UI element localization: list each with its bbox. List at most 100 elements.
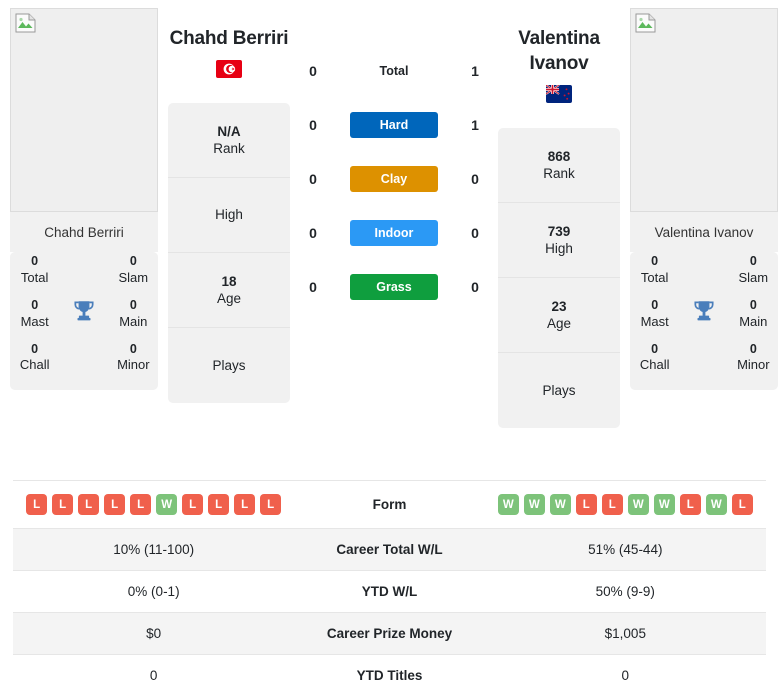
- h2h-left-value: 0: [309, 117, 317, 133]
- h2h-left-value: 0: [309, 171, 317, 187]
- h2h-row-clay: 0 Clay 0: [290, 166, 498, 192]
- left-player-photo: [10, 8, 158, 212]
- form-badge-w[interactable]: W: [549, 494, 571, 515]
- form-badge-l[interactable]: L: [104, 494, 126, 515]
- trophy-icon-glyph: [694, 301, 714, 321]
- right-player-ytd_titles: 0: [621, 668, 630, 683]
- right-player-media-column: Valentina Ivanov 0 Total 0 Slam 0 Mast 0…: [620, 0, 779, 390]
- h2h-right-value: 1: [471, 63, 479, 79]
- left-player-media-column: Chahd Berriri 0 Total 0 Slam 0 Mast 0 Ma…: [0, 0, 168, 390]
- form-badge-w[interactable]: W: [627, 494, 649, 515]
- form-badge-w[interactable]: W: [156, 494, 178, 515]
- right-player-career_prize_money: $1,005: [604, 626, 646, 641]
- form-badge-w[interactable]: W: [653, 494, 675, 515]
- right-player-flag-row: [498, 76, 620, 108]
- left-titles-minor: 0 Minor: [117, 341, 150, 373]
- table-row: 0 YTD Titles 0: [13, 654, 766, 697]
- form-badge-l[interactable]: L: [208, 494, 230, 515]
- form-badge-w[interactable]: W: [705, 494, 727, 515]
- right-titles-mast: 0 Mast: [640, 297, 669, 329]
- table-row: 10% (11-100) Career Total W/L 51% (45-44): [13, 528, 766, 571]
- left-high-cell: High: [168, 178, 290, 254]
- form-badge-l[interactable]: L: [260, 494, 282, 515]
- left-titles-chall: 0 Chall: [19, 341, 50, 373]
- left-player-info-card: N/A Rank High 18 Age Plays: [168, 103, 290, 404]
- tunisia-flag-icon: [216, 60, 242, 79]
- h2h-surface-label: Total: [379, 64, 409, 78]
- form-badge-l[interactable]: L: [78, 494, 100, 515]
- h2h-surface-label[interactable]: Indoor: [350, 220, 438, 246]
- right-player-titles-grid: 0 Total 0 Slam 0 Mast 0 Main 0 Chall 0 M…: [630, 252, 778, 390]
- h2h-row-total: 0 Total 1: [290, 58, 498, 84]
- form-strip: LLLLLWLLLL: [17, 494, 290, 515]
- h2h-surface-label[interactable]: Grass: [350, 274, 438, 300]
- h2h-left-value: 0: [309, 225, 317, 241]
- table-row: 0% (0-1) YTD W/L 50% (9-9): [13, 570, 766, 613]
- row-label: Career Total W/L: [336, 542, 443, 557]
- right-player-ytd_wl: 50% (9-9): [595, 584, 655, 599]
- row-label: Form: [372, 497, 407, 512]
- h2h-surface-label[interactable]: Clay: [350, 166, 438, 192]
- right-player-info-card: 868 Rank 739 High 23 Age Plays: [498, 128, 620, 429]
- table-row: L L L L L W L L L L Form W W W L L W W L W L: [13, 480, 766, 529]
- row-label: Career Prize Money: [326, 626, 453, 641]
- h2h-surface-label[interactable]: Hard: [350, 112, 438, 138]
- left-player-form: LLLLLWLLLL: [13, 481, 294, 529]
- h2h-row-indoor: 0 Indoor 0: [290, 220, 498, 246]
- left-titles-slam: 0 Slam: [118, 254, 149, 285]
- form-badge-l[interactable]: L: [731, 494, 753, 515]
- right-rank-cell: 868 Rank: [498, 128, 620, 204]
- left-plays-cell: Plays: [212, 357, 246, 373]
- h2h-row-grass: 0 Grass 0: [290, 274, 498, 300]
- left-player-career_prize_money: $0: [146, 626, 162, 641]
- right-age-cell: 23 Age: [498, 278, 620, 354]
- form-badge-l[interactable]: L: [130, 494, 152, 515]
- h2h-left-value: 0: [309, 279, 317, 295]
- row-label: YTD W/L: [361, 584, 418, 599]
- right-titles-slam: 0 Slam: [738, 254, 769, 285]
- left-player-name: Chahd Berriri: [169, 28, 289, 49]
- h2h-row-hard: 0 Hard 1: [290, 112, 498, 138]
- form-badge-l[interactable]: L: [234, 494, 256, 515]
- right-plays-cell: Plays: [542, 382, 576, 398]
- form-badge-l[interactable]: L: [182, 494, 204, 515]
- left-titles-mast: 0 Mast: [20, 297, 49, 329]
- left-player-photo-caption: Chahd Berriri: [10, 212, 158, 252]
- form-badge-w[interactable]: W: [523, 494, 545, 515]
- new-zealand-flag-icon: [545, 84, 572, 104]
- row-label: YTD Titles: [356, 668, 423, 683]
- broken-image-icon: [15, 13, 36, 33]
- left-player-ytd_wl: 0% (0-1): [127, 584, 180, 599]
- trophy-icon-glyph: [74, 301, 94, 321]
- player-comparison-region: Chahd Berriri 0 Total 0 Slam 0 Mast 0 Ma…: [0, 0, 779, 470]
- broken-image-icon: [635, 13, 656, 33]
- left-rank-cell: N/A Rank: [168, 103, 290, 179]
- left-age-cell: 18 Age: [168, 253, 290, 329]
- form-badge-l[interactable]: L: [26, 494, 48, 515]
- form-badge-w[interactable]: W: [497, 494, 519, 515]
- right-titles-minor: 0 Minor: [737, 341, 770, 373]
- left-player-ytd_titles: 0: [149, 668, 158, 683]
- left-player-info-column: Chahd Berriri N/A Rank High 18 Age Plays: [168, 0, 290, 404]
- right-player-career_total_wl: 51% (45-44): [588, 542, 663, 557]
- h2h-right-value: 1: [471, 117, 479, 133]
- h2h-right-value: 0: [471, 225, 479, 241]
- right-player-photo-caption: Valentina Ivanov: [630, 212, 778, 252]
- h2h-right-value: 0: [471, 279, 479, 295]
- form-badge-l[interactable]: L: [52, 494, 74, 515]
- head-to-head-surfaces: 0 Total 1 0 Hard 1 0 Clay 0 0 Indoor 0 0 Grass 0: [290, 0, 498, 300]
- form-badge-l[interactable]: L: [575, 494, 597, 515]
- h2h-left-value: 0: [309, 63, 317, 79]
- form-badge-l[interactable]: L: [601, 494, 623, 515]
- right-player-photo: [630, 8, 778, 212]
- left-player-titles-grid: 0 Total 0 Slam 0 Mast 0 Main 0 Chall 0 M…: [10, 252, 158, 390]
- right-player-name: Valentina Ivanov: [518, 28, 600, 75]
- right-player-form: WWWLLWWLWL: [485, 481, 766, 529]
- trophy-icon: [71, 298, 97, 329]
- form-badge-l[interactable]: L: [679, 494, 701, 515]
- comparison-table: L L L L L W L L L L Form W W W L L W W L W L 10% (11-100) Care…: [13, 480, 766, 696]
- left-titles-total: 0 Total: [20, 254, 49, 285]
- trophy-icon: [691, 298, 717, 329]
- right-titles-main: 0 Main: [739, 297, 768, 329]
- left-player-flag-row: [168, 51, 290, 83]
